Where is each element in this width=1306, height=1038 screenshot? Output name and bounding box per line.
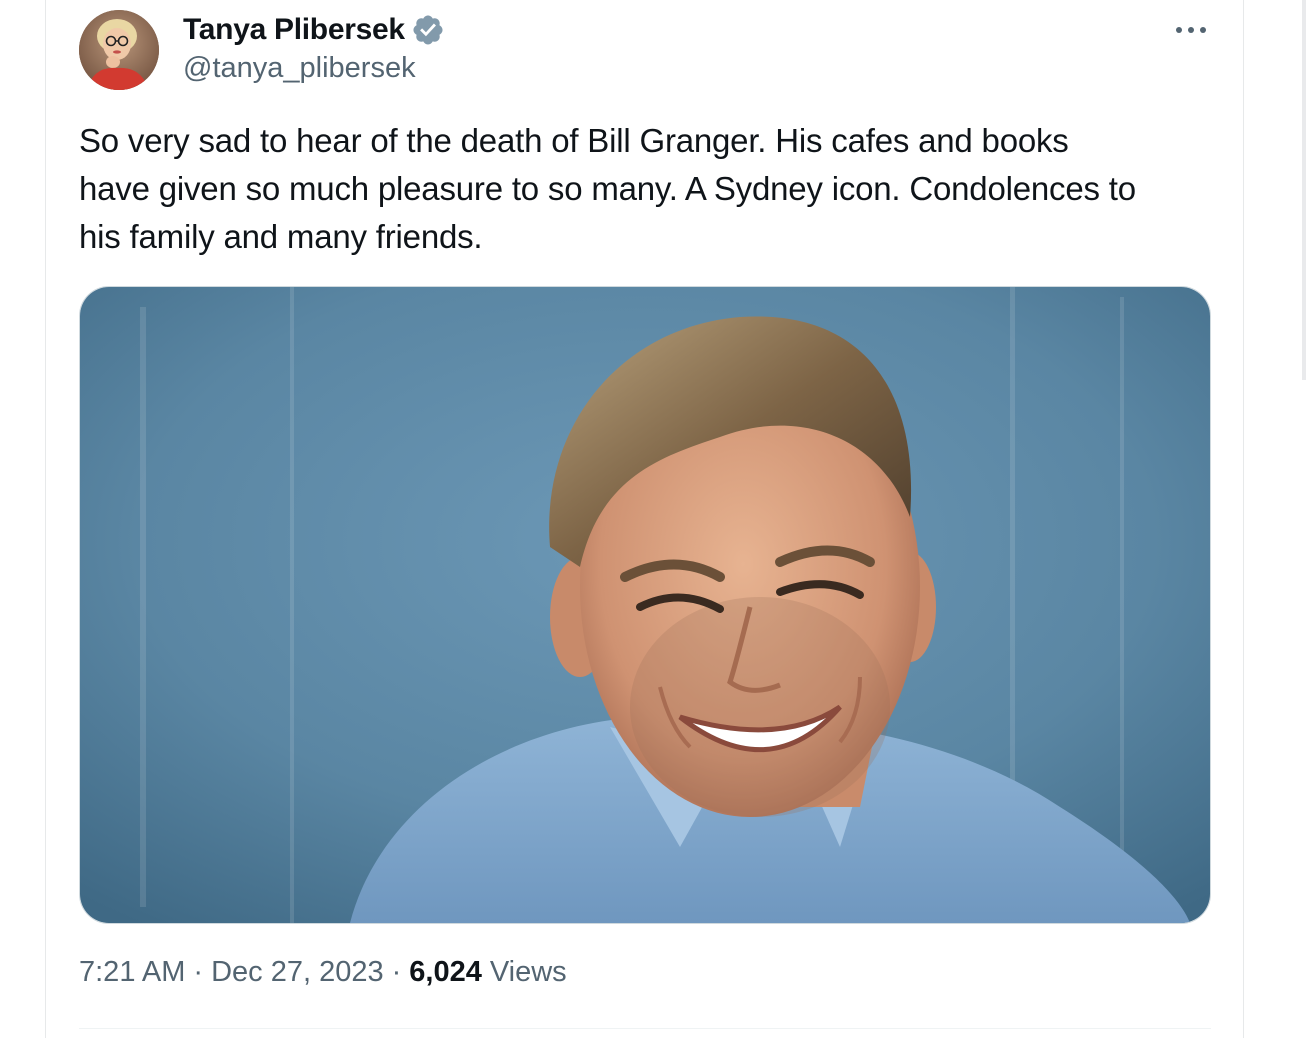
tweet-media-photo[interactable]	[79, 286, 1211, 924]
divider	[79, 1028, 1211, 1029]
column-border-left	[45, 0, 46, 1038]
photo-portrait-icon	[80, 287, 1210, 923]
more-options-button[interactable]	[1170, 12, 1212, 48]
scrollbar[interactable]	[1302, 0, 1306, 380]
profile-photo-icon	[79, 10, 159, 90]
meta-separator: ·	[193, 956, 204, 988]
author-display-name[interactable]: Tanya Plibersek	[183, 13, 405, 47]
author-handle[interactable]: @tanya_plibersek	[183, 52, 416, 85]
author-name-row: Tanya Plibersek	[183, 10, 445, 50]
tweet-meta: 7:21 AM · Dec 27, 2023 · 6,024 Views	[79, 956, 567, 989]
views-label: Views	[489, 956, 567, 988]
tweet-date[interactable]: Dec 27, 2023	[211, 956, 384, 989]
tweet-page: Tanya Plibersek @tanya_plibersek So very…	[0, 0, 1306, 1038]
verified-badge-icon	[411, 13, 445, 47]
meta-separator: ·	[391, 956, 402, 988]
ellipsis-icon	[1176, 27, 1206, 33]
tweet-text: So very sad to hear of the death of Bill…	[79, 122, 1136, 255]
column-border-right	[1243, 0, 1244, 1038]
avatar[interactable]	[79, 10, 159, 90]
views-count: 6,024	[409, 956, 482, 988]
tweet-time[interactable]: 7:21 AM	[79, 956, 185, 989]
